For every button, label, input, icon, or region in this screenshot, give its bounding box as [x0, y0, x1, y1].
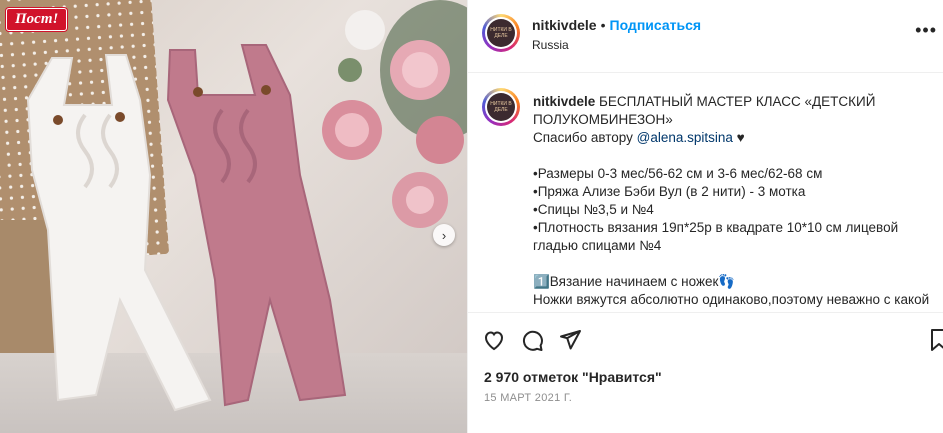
likes-count[interactable]: 2 970 отметок "Нравится"	[484, 369, 662, 385]
caption-username[interactable]: nitkivdele	[533, 94, 595, 109]
caption-line: 1️⃣Вязание начинаем с ножек👣	[533, 274, 736, 289]
avatar-logo: НИТКИ В ДЕЛЕ	[487, 93, 515, 121]
bookmark-icon[interactable]	[929, 328, 943, 352]
caption-text: nitkivdele БЕСПЛАТНЫЙ МАСТЕР КЛАСС «ДЕТС…	[533, 93, 943, 309]
paper-plane-icon[interactable]	[558, 328, 582, 352]
avatar-logo: НИТКИ В ДЕЛЕ	[487, 19, 515, 47]
caption-line: •Размеры 0-3 мес/56-62 см и 3-6 мес/62-6…	[533, 166, 823, 181]
caption-author-avatar[interactable]: НИТКИ В ДЕЛЕ	[482, 88, 520, 126]
next-slide-button[interactable]: ›	[433, 224, 455, 246]
chevron-right-icon: ›	[441, 227, 447, 243]
post-caption: НИТКИ В ДЕЛЕ nitkivdele БЕСПЛАТНЫЙ МАСТЕ…	[468, 72, 943, 313]
post-actions	[482, 326, 582, 354]
post-details-panel: НИТКИ В ДЕЛЕ nitkivdele • Подписаться Russ…	[467, 0, 943, 433]
photo-illustration	[26, 0, 467, 412]
caption-line: •Пряжа Ализе Бэби Вул (в 2 нити) - 3 мот…	[533, 184, 806, 199]
author-avatar[interactable]: НИТКИ В ДЕЛЕ	[482, 14, 520, 52]
caption-line: Спасибо автору @alena.spitsina ♥	[533, 130, 745, 145]
post-badge: Пост!	[6, 8, 68, 31]
post-date[interactable]: 15 МАРТ 2021 Г.	[484, 392, 572, 404]
post-photo[interactable]: Пост! ›	[0, 0, 467, 433]
comment-icon[interactable]	[520, 328, 544, 352]
caption-line: •Плотность вязания 19п*25р в квадрате 10…	[533, 220, 899, 235]
mention-link[interactable]: @alena.spitsina	[637, 130, 733, 145]
author-username[interactable]: nitkivdele	[532, 17, 597, 33]
caption-line: гладью спицами №4	[533, 238, 662, 253]
post-header: НИТКИ В ДЕЛЕ nitkivdele • Подписаться Russ…	[468, 0, 943, 73]
heart-icon[interactable]	[482, 328, 506, 352]
caption-line	[533, 147, 943, 165]
peony-flowers	[322, 0, 467, 228]
caption-line: •Спицы №3,5 и №4	[533, 202, 654, 217]
more-options-icon[interactable]: •••	[915, 20, 937, 41]
caption-line	[533, 255, 943, 273]
pink-overall	[166, 44, 347, 407]
follow-button[interactable]: Подписаться	[610, 17, 702, 33]
post-location[interactable]: Russia	[532, 38, 569, 52]
caption-line: Ножки вяжутся абсолютно одинаково,поэтом…	[533, 292, 930, 307]
author-line: nitkivdele • Подписаться	[532, 17, 701, 33]
caption-line: ПОЛУКОМБИНЕЗОН»	[533, 112, 673, 127]
separator-dot: •	[600, 17, 606, 33]
caption-line: nitkivdele БЕСПЛАТНЫЙ МАСТЕР КЛАСС «ДЕТС…	[533, 94, 876, 109]
